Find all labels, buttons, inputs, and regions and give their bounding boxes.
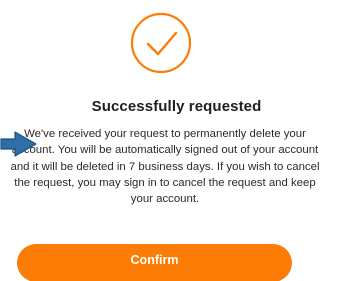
dialog-title: Successfully requested	[91, 98, 262, 115]
arrow-cursor-icon	[0, 131, 37, 157]
confirm-button[interactable]: Confirm	[17, 244, 292, 281]
check-circle-icon	[130, 12, 192, 74]
dialog-message: We've received your request to permanent…	[10, 128, 320, 206]
delete-account-success-dialog: Successfully requested We've received yo…	[0, 0, 353, 281]
